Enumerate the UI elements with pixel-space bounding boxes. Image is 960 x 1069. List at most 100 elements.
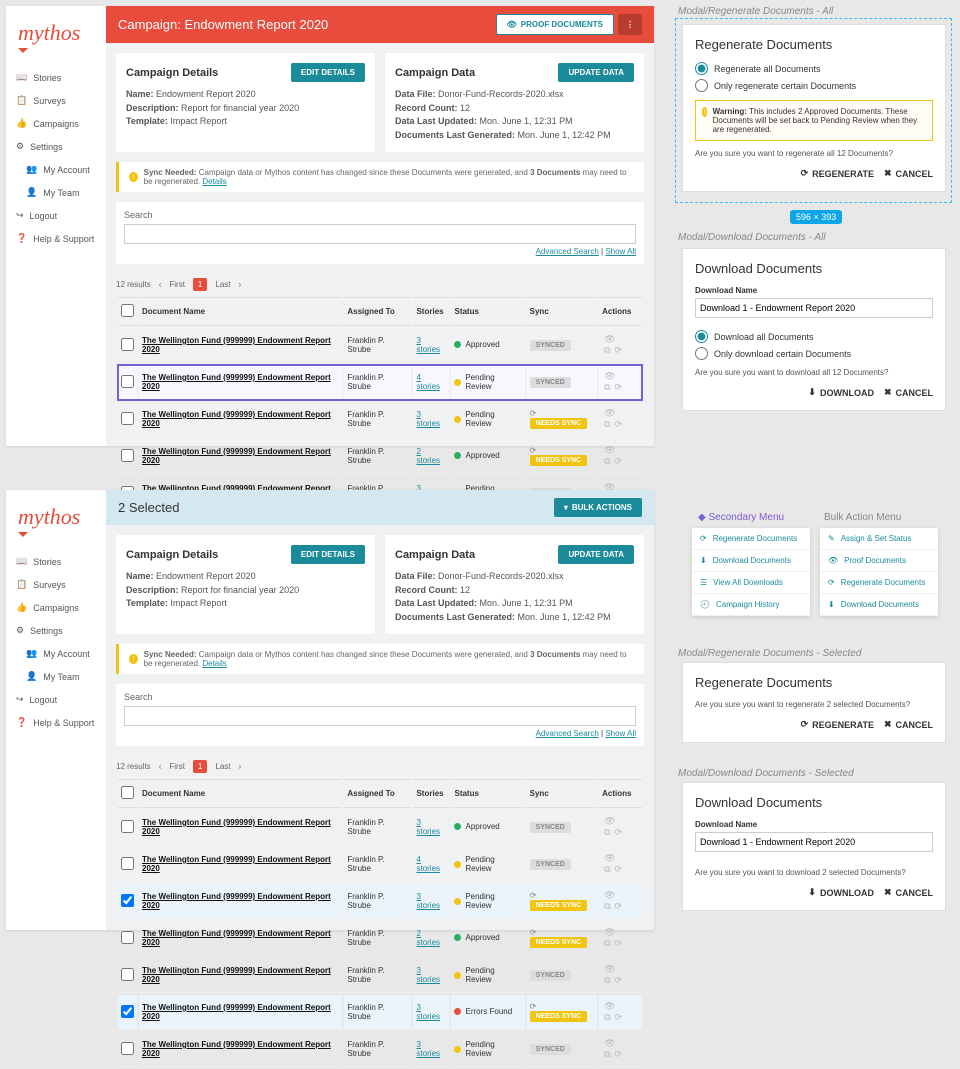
view-icon[interactable]: 👁	[604, 964, 615, 974]
search-input[interactable]	[124, 706, 636, 726]
menu-item[interactable]: ⬇Download Documents	[820, 594, 938, 616]
document-link[interactable]: The Wellington Fund (999999) Endowment R…	[142, 447, 331, 465]
download-name-input[interactable]	[695, 832, 933, 852]
edit-details-button[interactable]: EDIT DETAILS	[291, 63, 365, 82]
nav-logout[interactable]: ↪Logout	[6, 688, 106, 711]
search-input[interactable]	[124, 224, 636, 244]
nav-my-account[interactable]: 👥My Account	[6, 642, 106, 665]
row-checkbox[interactable]	[121, 894, 134, 907]
view-icon[interactable]: 👁	[604, 927, 615, 937]
row-checkbox[interactable]	[121, 968, 134, 981]
refresh-icon[interactable]: ⟳	[615, 901, 623, 911]
menu-item[interactable]: 👁Proof Documents	[820, 550, 938, 572]
menu-item[interactable]: ⬇Download Documents	[692, 550, 810, 572]
row-checkbox[interactable]	[121, 1005, 134, 1018]
download-name-input[interactable]	[695, 298, 933, 318]
refresh-icon[interactable]: ⟳	[615, 975, 623, 985]
copy-icon[interactable]: ⧉	[604, 901, 610, 911]
stories-link[interactable]: 4 stories	[416, 855, 440, 873]
row-checkbox[interactable]	[121, 449, 134, 462]
refresh-icon[interactable]: ⟳	[615, 456, 623, 466]
row-checkbox[interactable]	[121, 1042, 134, 1055]
document-link[interactable]: The Wellington Fund (999999) Endowment R…	[142, 966, 331, 984]
pager-last[interactable]: Last	[215, 280, 230, 289]
row-checkbox[interactable]	[121, 857, 134, 870]
document-link[interactable]: The Wellington Fund (999999) Endowment R…	[142, 410, 331, 428]
refresh-icon[interactable]: ⟳	[615, 864, 623, 874]
refresh-icon[interactable]: ⟳	[615, 419, 623, 429]
view-icon[interactable]: 👁	[604, 408, 615, 418]
document-link[interactable]: The Wellington Fund (999999) Endowment R…	[142, 1040, 331, 1058]
download-button[interactable]: ⬇ DOWNLOAD	[808, 387, 874, 398]
update-data-button[interactable]: UPDATE DATA	[558, 63, 634, 82]
refresh-icon[interactable]: ⟳	[615, 382, 623, 392]
copy-icon[interactable]: ⧉	[604, 1049, 610, 1059]
nav-logout[interactable]: ↪Logout	[6, 204, 106, 227]
stories-link[interactable]: 3 stories	[416, 892, 440, 910]
proof-documents-button[interactable]: 👁 PROOF DOCUMENTS	[496, 14, 614, 35]
nav-campaigns[interactable]: 👍Campaigns	[6, 596, 106, 619]
pager-first[interactable]: First	[169, 280, 185, 289]
select-all-checkbox[interactable]	[121, 304, 134, 317]
copy-icon[interactable]: ⧉	[604, 1012, 610, 1022]
document-link[interactable]: The Wellington Fund (999999) Endowment R…	[142, 892, 331, 910]
menu-item[interactable]: ⟳Regenerate Documents	[692, 528, 810, 550]
cancel-button[interactable]: ✖ CANCEL	[884, 168, 933, 179]
edit-details-button[interactable]: EDIT DETAILS	[291, 545, 365, 564]
radio-regen-all[interactable]: Regenerate all Documents	[695, 62, 933, 75]
row-checkbox[interactable]	[121, 820, 134, 833]
refresh-icon[interactable]: ⟳	[615, 827, 623, 837]
cancel-button[interactable]: ✖ CANCEL	[884, 387, 933, 398]
nav-my-team[interactable]: 👤My Team	[6, 665, 106, 688]
view-icon[interactable]: 👁	[604, 371, 615, 381]
copy-icon[interactable]: ⧉	[604, 827, 610, 837]
nav-settings[interactable]: ⚙Settings	[6, 135, 106, 158]
radio-dl-all[interactable]: Download all Documents	[695, 330, 933, 343]
view-icon[interactable]: 👁	[604, 334, 615, 344]
nav-stories[interactable]: 📖Stories	[6, 66, 106, 89]
menu-item[interactable]: ☰View All Downloads	[692, 572, 810, 594]
stories-link[interactable]: 3 stories	[416, 410, 440, 428]
row-checkbox[interactable]	[121, 931, 134, 944]
copy-icon[interactable]: ⧉	[604, 864, 610, 874]
view-icon[interactable]: 👁	[604, 816, 615, 826]
nav-campaigns[interactable]: 👍Campaigns	[6, 112, 106, 135]
radio-dl-some[interactable]: Only download certain Documents	[695, 347, 933, 360]
copy-icon[interactable]: ⧉	[604, 975, 610, 985]
nav-my-team[interactable]: 👤My Team	[6, 181, 106, 204]
stories-link[interactable]: 4 stories	[416, 373, 440, 391]
nav-help-support[interactable]: ❓Help & Support	[6, 711, 106, 734]
bulk-actions-button[interactable]: ▾ BULK ACTIONS	[554, 498, 642, 517]
cancel-button[interactable]: ✖ CANCEL	[884, 719, 933, 730]
document-link[interactable]: The Wellington Fund (999999) Endowment R…	[142, 336, 331, 354]
document-link[interactable]: The Wellington Fund (999999) Endowment R…	[142, 929, 331, 947]
more-menu-button[interactable]: ⋮	[618, 14, 642, 35]
stories-link[interactable]: 3 stories	[416, 1040, 440, 1058]
document-link[interactable]: The Wellington Fund (999999) Endowment R…	[142, 373, 331, 391]
stories-link[interactable]: 3 stories	[416, 966, 440, 984]
view-icon[interactable]: 👁	[604, 853, 615, 863]
refresh-icon[interactable]: ⟳	[615, 345, 623, 355]
nav-surveys[interactable]: 📋Surveys	[6, 573, 106, 596]
cancel-button[interactable]: ✖ CANCEL	[884, 887, 933, 898]
row-checkbox[interactable]	[121, 375, 134, 388]
view-icon[interactable]: 👁	[604, 1038, 615, 1048]
document-link[interactable]: The Wellington Fund (999999) Endowment R…	[142, 1003, 331, 1021]
regenerate-button[interactable]: ⟳ REGENERATE	[801, 719, 874, 730]
stories-link[interactable]: 2 stories	[416, 447, 440, 465]
nav-surveys[interactable]: 📋Surveys	[6, 89, 106, 112]
stories-link[interactable]: 3 stories	[416, 1003, 440, 1021]
view-icon[interactable]: 👁	[604, 1001, 615, 1011]
update-data-button[interactable]: UPDATE DATA	[558, 545, 634, 564]
nav-help-support[interactable]: ❓Help & Support	[6, 227, 106, 250]
row-checkbox[interactable]	[121, 412, 134, 425]
copy-icon[interactable]: ⧉	[604, 419, 610, 429]
view-icon[interactable]: 👁	[604, 445, 615, 455]
row-checkbox[interactable]	[121, 338, 134, 351]
view-icon[interactable]: 👁	[604, 890, 615, 900]
download-button[interactable]: ⬇ DOWNLOAD	[808, 887, 874, 898]
regenerate-button[interactable]: ⟳ REGENERATE	[801, 168, 874, 179]
document-link[interactable]: The Wellington Fund (999999) Endowment R…	[142, 818, 331, 836]
nav-settings[interactable]: ⚙Settings	[6, 619, 106, 642]
copy-icon[interactable]: ⧉	[604, 345, 610, 355]
